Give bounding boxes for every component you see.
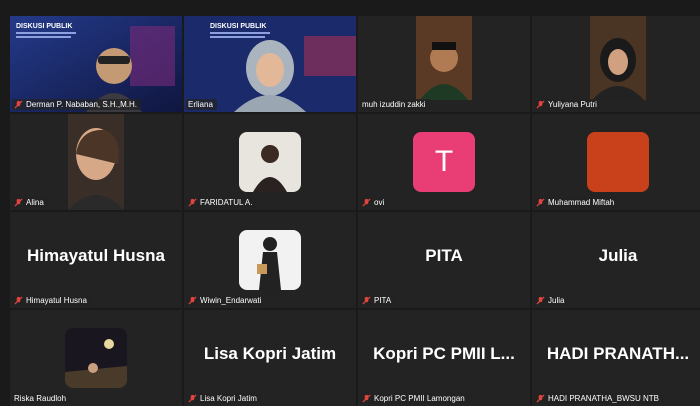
nameplate: muh izuddin zakki — [360, 99, 430, 110]
svg-text:DISKUSI PUBLIK: DISKUSI PUBLIK — [210, 23, 266, 30]
display-name-large: PITA — [425, 246, 463, 265]
mic-muted-icon — [362, 198, 371, 207]
participant-name: PITA — [374, 296, 392, 305]
video-feed — [358, 16, 530, 112]
participant-name: Julia — [548, 296, 565, 305]
profile-photo — [239, 230, 301, 290]
nameplate: Julia — [534, 295, 569, 306]
participant-tile-alina[interactable]: Alina — [10, 114, 182, 210]
participant-tile-himayatul[interactable]: Himayatul Husna Himayatul Husna — [10, 212, 182, 308]
participant-name: Alina — [26, 198, 44, 207]
participant-name: Kopri PC PMII Lamongan — [374, 394, 465, 403]
display-name-large: Himayatul Husna — [27, 246, 165, 265]
mic-muted-icon — [536, 296, 545, 305]
banner-title: DISKUSI PUBLIK — [16, 23, 72, 30]
participant-name: Erliana — [188, 100, 213, 109]
video-feed: DISKUSI PUBLIK — [10, 16, 182, 112]
nameplate: Riska Raudloh — [12, 393, 71, 404]
participant-name: Riska Raudloh — [14, 394, 67, 403]
display-name-large: Lisa Kopri Jatim — [203, 344, 337, 363]
display-name-large: HADI PRANATH... — [546, 344, 690, 363]
participant-name: Derman P. Nababan, S.H.,M.H. — [26, 100, 138, 109]
participant-name: HADI PRANATHA_BWSU NTB — [548, 394, 659, 403]
nameplate: PITA — [360, 295, 396, 306]
mic-muted-icon — [188, 394, 197, 403]
avatar-letter: T — [413, 132, 475, 192]
participant-tile-ovi[interactable]: T ovi — [358, 114, 530, 210]
nameplate: Lisa Kopri Jatim — [186, 393, 261, 404]
mic-muted-icon — [536, 394, 545, 403]
video-feed — [532, 16, 700, 112]
nameplate: Yuliyana Putri — [534, 99, 601, 110]
mic-muted-icon — [14, 100, 23, 109]
participant-tile-wiwin[interactable]: Wiwin_Endarwati — [184, 212, 356, 308]
nameplate: HADI PRANATHA_BWSU NTB — [534, 393, 663, 404]
nameplate: Kopri PC PMII Lamongan — [360, 393, 469, 404]
mic-muted-icon — [536, 198, 545, 207]
participant-tile-julia[interactable]: Julia Julia — [532, 212, 700, 308]
profile-photo — [239, 132, 301, 192]
participant-tile-pita[interactable]: PITA PITA — [358, 212, 530, 308]
participant-name: ovi — [374, 198, 385, 207]
nameplate: Erliana — [186, 99, 217, 110]
participant-tile-yuliyana[interactable]: Yuliyana Putri — [532, 16, 700, 112]
participant-name: Wiwin_Endarwati — [200, 296, 262, 305]
mic-muted-icon — [188, 198, 197, 207]
display-name-large: Julia — [598, 246, 638, 265]
mic-muted-icon — [362, 394, 371, 403]
participant-name: FARIDATUL A. — [200, 198, 253, 207]
nameplate: Himayatul Husna — [12, 295, 91, 306]
participant-tile-derman[interactable]: DISKUSI PUBLIK Derman P. Nababan, S.H.,M… — [10, 16, 182, 112]
participant-tile-zakki[interactable]: muh izuddin zakki — [358, 16, 530, 112]
participant-tile-miftah[interactable]: Muhammad Miftah — [532, 114, 700, 210]
participant-tile-kopri[interactable]: Kopri PC PMII L... Kopri PC PMII Lamonga… — [358, 310, 530, 406]
mic-muted-icon — [14, 296, 23, 305]
participant-name: Lisa Kopri Jatim — [200, 394, 257, 403]
profile-photo — [65, 328, 127, 388]
participant-name: Muhammad Miftah — [548, 198, 615, 207]
mic-muted-icon — [536, 100, 545, 109]
nameplate: FARIDATUL A. — [186, 197, 257, 208]
participant-name: muh izuddin zakki — [362, 100, 426, 109]
mic-muted-icon — [362, 296, 371, 305]
participant-tile-riska[interactable]: Riska Raudloh — [10, 310, 182, 406]
participant-tile-erliana[interactable]: DISKUSI PUBLIK Erliana — [184, 16, 356, 112]
video-feed — [10, 114, 182, 210]
nameplate: Derman P. Nababan, S.H.,M.H. — [12, 99, 142, 110]
participant-tile-lisa[interactable]: Lisa Kopri Jatim Lisa Kopri Jatim — [184, 310, 356, 406]
video-feed: DISKUSI PUBLIK — [184, 16, 356, 112]
nameplate: Alina — [12, 197, 48, 208]
participant-name: Yuliyana Putri — [548, 100, 597, 109]
display-name-large: Kopri PC PMII L... — [373, 344, 515, 363]
participant-tile-hadi[interactable]: HADI PRANATH... HADI PRANATHA_BWSU NTB — [532, 310, 700, 406]
avatar-color — [587, 132, 649, 192]
participant-tile-faridatul[interactable]: FARIDATUL A. — [184, 114, 356, 210]
mic-muted-icon — [188, 296, 197, 305]
mic-muted-icon — [14, 198, 23, 207]
participant-name: Himayatul Husna — [26, 296, 87, 305]
nameplate: ovi — [360, 197, 389, 208]
nameplate: Wiwin_Endarwati — [186, 295, 266, 306]
nameplate: Muhammad Miftah — [534, 197, 619, 208]
